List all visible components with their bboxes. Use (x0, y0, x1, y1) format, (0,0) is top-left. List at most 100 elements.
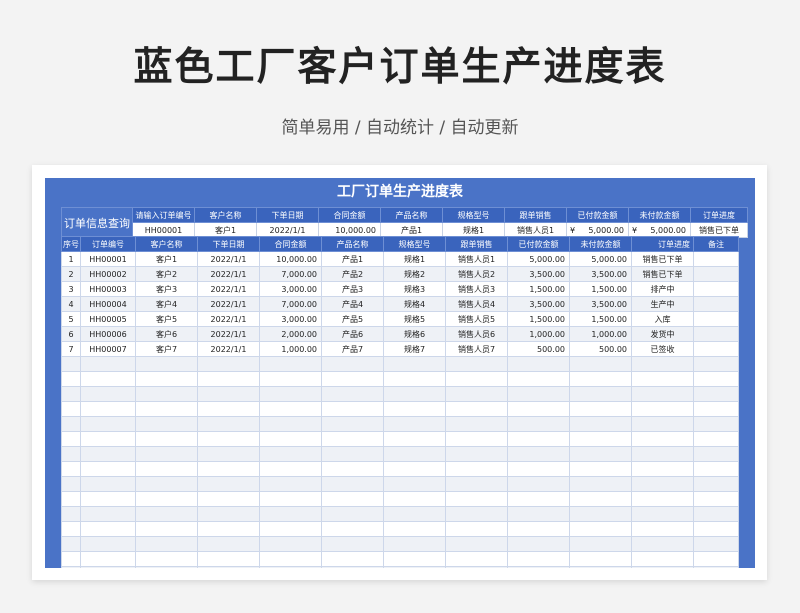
empty-cell[interactable] (321, 536, 384, 552)
empty-cell[interactable] (693, 461, 739, 477)
empty-cell[interactable] (80, 551, 136, 567)
table-cell[interactable]: 2 (61, 266, 81, 282)
empty-cell[interactable] (445, 371, 508, 387)
empty-cell[interactable] (80, 386, 136, 402)
empty-cell[interactable] (569, 401, 632, 417)
empty-cell[interactable] (383, 476, 446, 492)
empty-cell[interactable] (259, 356, 322, 372)
empty-cell[interactable] (259, 491, 322, 507)
empty-cell[interactable] (259, 371, 322, 387)
empty-cell[interactable] (693, 416, 739, 432)
empty-cell[interactable] (507, 566, 570, 568)
empty-cell[interactable] (383, 446, 446, 462)
empty-cell[interactable] (197, 356, 260, 372)
table-cell[interactable]: 5 (61, 311, 81, 327)
empty-cell[interactable] (445, 446, 508, 462)
empty-cell[interactable] (631, 356, 694, 372)
empty-cell[interactable] (569, 521, 632, 537)
empty-cell[interactable] (321, 491, 384, 507)
empty-cell[interactable] (445, 386, 508, 402)
empty-cell[interactable] (135, 446, 198, 462)
table-cell[interactable] (693, 311, 739, 327)
empty-cell[interactable] (61, 551, 81, 567)
empty-cell[interactable] (569, 551, 632, 567)
table-cell[interactable] (693, 341, 739, 357)
empty-cell[interactable] (445, 521, 508, 537)
empty-cell[interactable] (383, 416, 446, 432)
table-cell[interactable]: 500.00 (569, 341, 632, 357)
table-cell[interactable]: 客户4 (135, 296, 198, 312)
table-cell[interactable]: 产品5 (321, 311, 384, 327)
empty-cell[interactable] (61, 536, 81, 552)
empty-cell[interactable] (507, 521, 570, 537)
empty-cell[interactable] (259, 386, 322, 402)
table-cell[interactable]: 销售已下单 (631, 266, 694, 282)
empty-cell[interactable] (383, 356, 446, 372)
empty-cell[interactable] (445, 401, 508, 417)
empty-cell[interactable] (507, 446, 570, 462)
empty-cell[interactable] (383, 401, 446, 417)
empty-cell[interactable] (197, 401, 260, 417)
empty-cell[interactable] (693, 551, 739, 567)
table-cell[interactable]: 客户2 (135, 266, 198, 282)
empty-cell[interactable] (61, 401, 81, 417)
table-cell[interactable]: 已签收 (631, 341, 694, 357)
empty-cell[interactable] (321, 416, 384, 432)
empty-cell[interactable] (693, 401, 739, 417)
empty-cell[interactable] (321, 371, 384, 387)
empty-cell[interactable] (383, 461, 446, 477)
empty-cell[interactable] (507, 356, 570, 372)
empty-cell[interactable] (135, 431, 198, 447)
table-cell[interactable]: 1,000.00 (507, 326, 570, 342)
empty-cell[interactable] (383, 431, 446, 447)
table-cell[interactable]: 7,000.00 (259, 296, 322, 312)
empty-cell[interactable] (383, 386, 446, 402)
empty-cell[interactable] (507, 461, 570, 477)
empty-cell[interactable] (445, 416, 508, 432)
empty-cell[interactable] (383, 521, 446, 537)
empty-cell[interactable] (569, 491, 632, 507)
table-cell[interactable]: 2022/1/1 (197, 311, 260, 327)
empty-cell[interactable] (61, 386, 81, 402)
empty-cell[interactable] (693, 431, 739, 447)
table-cell[interactable]: 2022/1/1 (197, 341, 260, 357)
table-cell[interactable]: 产品4 (321, 296, 384, 312)
empty-cell[interactable] (631, 521, 694, 537)
empty-cell[interactable] (61, 431, 81, 447)
table-cell[interactable]: HH00001 (80, 251, 136, 267)
table-cell[interactable]: 2,000.00 (259, 326, 322, 342)
table-cell[interactable] (693, 281, 739, 297)
empty-cell[interactable] (693, 566, 739, 568)
empty-cell[interactable] (693, 536, 739, 552)
empty-cell[interactable] (507, 551, 570, 567)
table-cell[interactable]: 发货中 (631, 326, 694, 342)
empty-cell[interactable] (259, 431, 322, 447)
empty-cell[interactable] (507, 371, 570, 387)
table-cell[interactable]: 7 (61, 341, 81, 357)
empty-cell[interactable] (259, 461, 322, 477)
empty-cell[interactable] (507, 506, 570, 522)
table-cell[interactable]: 2022/1/1 (197, 326, 260, 342)
empty-cell[interactable] (631, 416, 694, 432)
empty-cell[interactable] (197, 416, 260, 432)
table-cell[interactable]: 规格7 (383, 341, 446, 357)
table-cell[interactable]: 客户5 (135, 311, 198, 327)
table-cell[interactable]: 规格3 (383, 281, 446, 297)
table-cell[interactable]: 4 (61, 296, 81, 312)
empty-cell[interactable] (61, 506, 81, 522)
table-cell[interactable]: 销售人员2 (445, 266, 508, 282)
empty-cell[interactable] (259, 446, 322, 462)
empty-cell[interactable] (383, 536, 446, 552)
empty-cell[interactable] (569, 386, 632, 402)
table-cell[interactable]: 销售人员4 (445, 296, 508, 312)
empty-cell[interactable] (135, 521, 198, 537)
empty-cell[interactable] (197, 551, 260, 567)
empty-cell[interactable] (321, 551, 384, 567)
empty-cell[interactable] (61, 566, 81, 568)
empty-cell[interactable] (321, 401, 384, 417)
table-cell[interactable]: 1,500.00 (569, 311, 632, 327)
empty-cell[interactable] (693, 521, 739, 537)
empty-cell[interactable] (507, 386, 570, 402)
table-cell[interactable]: 2022/1/1 (197, 266, 260, 282)
table-cell[interactable]: 5,000.00 (569, 251, 632, 267)
